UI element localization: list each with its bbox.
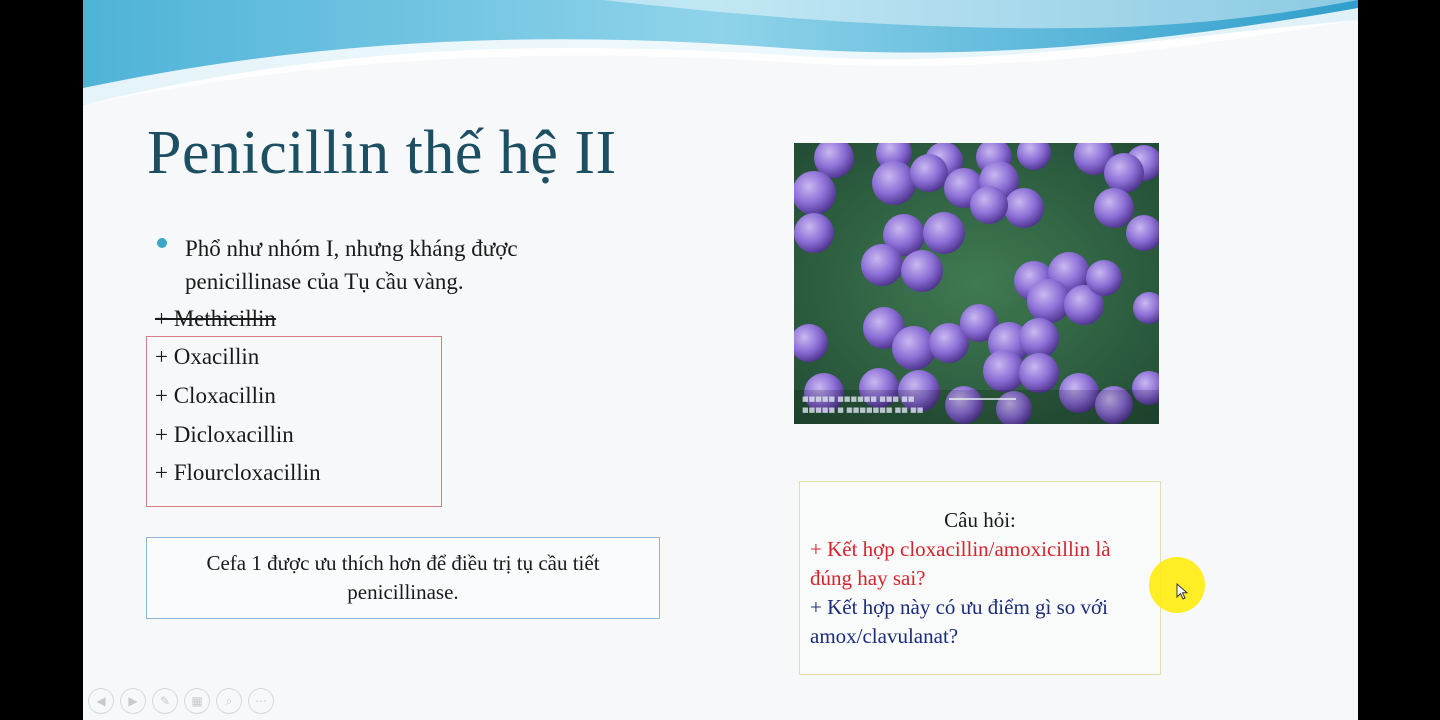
- bullet-dot: [157, 238, 167, 248]
- svg-text:■■■■■ ■ ■■■■■■■ ■■ ■■: ■■■■■ ■ ■■■■■■■ ■■ ■■: [802, 406, 923, 414]
- drug-item: + Cloxacillin: [155, 383, 276, 408]
- question-title: Câu hỏi:: [944, 508, 1016, 532]
- slide-title: Penicillin thế hệ II: [147, 119, 617, 187]
- pen-icon[interactable]: ✎: [152, 688, 178, 714]
- drug-methicillin: + Methicillin: [155, 306, 276, 331]
- slide: Penicillin thế hệ II Phổ như nhóm I, như…: [83, 0, 1358, 720]
- next-icon[interactable]: ▶: [120, 688, 146, 714]
- slideshow-toolbar: ◀ ▶ ✎ ▦ ⌕ ⋯: [88, 688, 274, 714]
- question-blue-line: + Kết hợp này có ưu điểm gì so với amox/…: [810, 595, 1108, 648]
- drug-item: + Dicloxacillin: [155, 422, 294, 447]
- svg-text:■■■■■ ■■■■■■ ■■■ ■■: ■■■■■ ■■■■■■ ■■■ ■■: [802, 395, 915, 403]
- more-icon[interactable]: ⋯: [248, 688, 274, 714]
- previous-icon[interactable]: ◀: [88, 688, 114, 714]
- question-red-line: + Kết hợp cloxacillin/amoxicillin là đún…: [810, 537, 1111, 590]
- drug-item: + Flourcloxacillin: [155, 460, 321, 485]
- drug-item: + Oxacillin: [155, 344, 260, 369]
- mouse-cursor-icon: [1176, 583, 1189, 600]
- slides-icon[interactable]: ▦: [184, 688, 210, 714]
- bacteria-micrograph-image: ■■■■■ ■■■■■■ ■■■ ■■ ■■■■■ ■ ■■■■■■■ ■■ ■…: [794, 143, 1159, 424]
- zoom-icon[interactable]: ⌕: [216, 688, 242, 714]
- note-text: Cefa 1 được ưu thích hơn để điều trị tụ …: [206, 551, 600, 604]
- header-wave-decoration: [83, 0, 1358, 105]
- question-box: Câu hỏi: + Kết hợp cloxacillin/amoxicill…: [799, 481, 1161, 675]
- note-box: Cefa 1 được ưu thích hơn để điều trị tụ …: [146, 537, 660, 619]
- bullet-text: Phổ như nhóm I, nhưng kháng được penicil…: [185, 236, 518, 294]
